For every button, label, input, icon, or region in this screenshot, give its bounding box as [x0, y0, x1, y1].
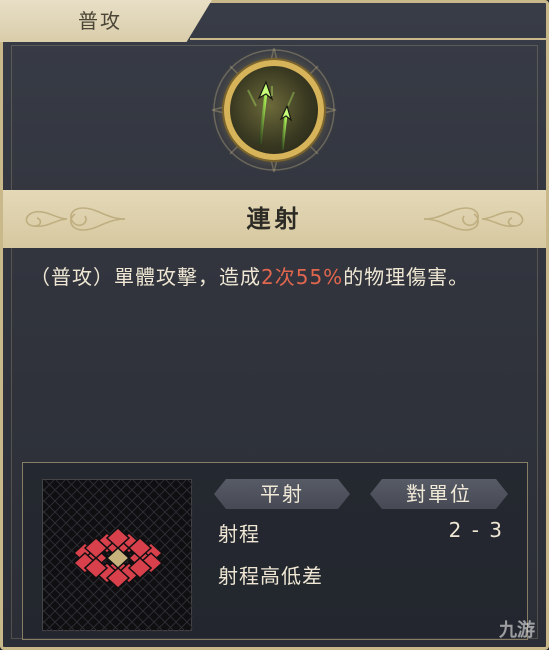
watermark-logo: 九游 [499, 620, 535, 641]
description-suffix: 的物理傷害。 [343, 265, 470, 289]
stat-height-diff-label: 射程高低差 [218, 564, 323, 588]
description-prefix: （普攻）單體攻擊，造成 [30, 265, 261, 289]
target-type-pill: 對單位 [370, 479, 508, 509]
tab-underline [190, 38, 546, 40]
skill-title-band: 連射 [3, 190, 546, 248]
attack-type-pill: 平射 [214, 479, 350, 509]
skill-name: 連射 [246, 205, 303, 233]
stat-range-value: 2 - 3 [448, 518, 504, 542]
description-percent: 55% [295, 265, 344, 289]
description-hit-count: 2次 [261, 265, 296, 289]
twin-arrows-icon [247, 80, 295, 151]
stat-range-label: 射程 [218, 522, 260, 546]
category-tab-label: 普攻 [78, 9, 122, 33]
attack-range-grid [0, 479, 495, 633]
skill-description: （普攻）單體攻擊，造成2次55%的物理傷害。 [30, 262, 522, 293]
skill-icon-frame [210, 46, 338, 174]
range-diagram [0, 479, 495, 633]
